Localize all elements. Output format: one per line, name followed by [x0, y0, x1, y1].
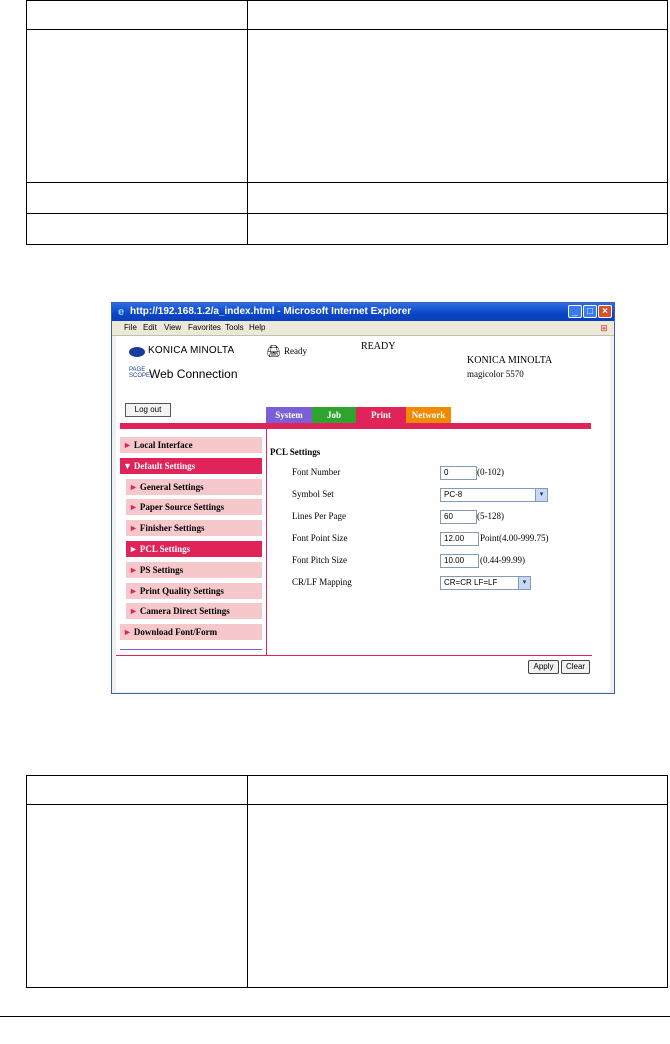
- table-row: [26, 775, 668, 805]
- sidebar-item-print-quality-settings[interactable]: ► Print Quality Settings: [126, 582, 262, 599]
- font-number-label: Font Number: [292, 467, 341, 477]
- close-button[interactable]: ×: [598, 305, 612, 318]
- triangle-right-icon: ►: [123, 627, 132, 638]
- sidebar-item-default-settings[interactable]: ▼ Default Settings: [120, 457, 262, 474]
- font-number-range: (0-102): [477, 467, 504, 477]
- sidebar-item-camera-direct-settings[interactable]: ► Camera Direct Settings: [126, 603, 262, 620]
- table-row: [26, 213, 668, 245]
- sidebar-item-label: Finisher Settings: [139, 523, 205, 534]
- sidebar-item-label: PCL Settings: [139, 544, 191, 554]
- triangle-right-icon: ►: [129, 544, 138, 554]
- maximize-button[interactable]: □: [583, 305, 597, 318]
- sidebar-item-label: Download Font/Form: [133, 627, 218, 638]
- status-ready-big: READY: [361, 341, 396, 352]
- triangle-down-icon: ▼: [123, 460, 132, 471]
- sidebar-item-label: Local Interface: [133, 440, 193, 450]
- menu-help[interactable]: Help: [249, 321, 265, 335]
- menu-bar: File Edit View Favorites Tools Help ⊞: [112, 321, 614, 336]
- logout-button[interactable]: Log out: [125, 403, 171, 417]
- browser-window: e http://192.168.1.2/a_index.html - Micr…: [111, 302, 615, 694]
- model-name: magicolor 5570: [467, 369, 524, 379]
- sidebar-item-download-font-form[interactable]: ► Download Font/Form: [120, 624, 262, 641]
- font-number-input[interactable]: 0: [440, 466, 477, 480]
- sidebar-item-finisher-settings[interactable]: ► Finisher Settings: [126, 520, 262, 537]
- lines-per-page-label: Lines Per Page: [292, 511, 346, 521]
- pagescope-logo: PAGE SCOPE: [129, 367, 151, 379]
- sidebar-item-ps-settings[interactable]: ► PS Settings: [126, 561, 262, 578]
- symbol-set-select[interactable]: PC-8 ▾: [440, 488, 548, 502]
- sidebar-item-label: Default Settings: [133, 460, 196, 471]
- sidebar-item-label: PS Settings: [139, 564, 184, 575]
- table-row: [26, 29, 668, 183]
- triangle-right-icon: ►: [129, 481, 138, 492]
- sidebar-item-general-settings[interactable]: ► General Settings: [126, 478, 262, 495]
- font-point-size-input[interactable]: 12.00: [440, 532, 479, 546]
- symbol-set-value: PC-8: [444, 490, 463, 499]
- page-footer-rule: [0, 1016, 670, 1017]
- crlf-mapping-select[interactable]: CR=CR LF=LF ▾: [440, 576, 531, 590]
- brand-name: KONICA MINOLTA: [467, 355, 553, 366]
- sidebar-item-label: General Settings: [139, 481, 204, 492]
- triangle-right-icon: ►: [129, 606, 138, 617]
- vertical-divider: [266, 429, 267, 655]
- symbol-set-label: Symbol Set: [292, 489, 334, 499]
- chevron-down-icon[interactable]: ▾: [535, 489, 547, 501]
- section-title: PCL Settings: [270, 447, 321, 457]
- font-point-size-label: Font Point Size: [292, 533, 348, 543]
- sidebar-item-label: Camera Direct Settings: [139, 606, 230, 617]
- tab-job[interactable]: Job: [312, 407, 356, 423]
- ie-icon: e: [117, 306, 125, 318]
- chevron-down-icon[interactable]: ▾: [518, 577, 530, 589]
- konica-logo-icon: [129, 347, 145, 357]
- menu-edit[interactable]: Edit: [143, 321, 157, 335]
- sidebar-item-pcl-settings[interactable]: ► PCL Settings: [126, 541, 262, 557]
- tab-network[interactable]: Network: [406, 407, 451, 423]
- menu-tools[interactable]: Tools: [225, 321, 244, 335]
- font-pitch-size-label: Font Pitch Size: [292, 555, 348, 565]
- minimize-button[interactable]: _: [568, 305, 582, 318]
- menu-favorites[interactable]: Favorites: [188, 321, 221, 335]
- clear-button[interactable]: Clear: [561, 660, 590, 674]
- window-title: http://192.168.1.2/a_index.html - Micros…: [130, 306, 412, 317]
- title-bar: e http://192.168.1.2/a_index.html - Micr…: [112, 303, 614, 321]
- table-row: [26, 0, 668, 30]
- lines-per-page-range: (5-128): [477, 511, 504, 521]
- sidebar-item-local-interface[interactable]: ► Local Interface: [120, 437, 262, 453]
- sidebar-item-paper-source-settings[interactable]: ► Paper Source Settings: [126, 499, 262, 516]
- apply-button[interactable]: Apply: [528, 660, 559, 674]
- web-connection-title: Web Connection: [149, 367, 238, 381]
- triangle-right-icon: ►: [129, 564, 138, 575]
- konica-logo-text: KONICA MINOLTA: [148, 345, 235, 356]
- page-content: KONICA MINOLTA PAGE SCOPE Web Connection…: [116, 336, 610, 692]
- doc-table-bottom: [26, 775, 668, 988]
- tab-underline: [120, 423, 591, 429]
- sidebar-item-label: Print Quality Settings: [139, 585, 224, 596]
- tab-print[interactable]: Print: [356, 407, 406, 423]
- crlf-mapping-value: CR=CR LF=LF: [444, 578, 498, 587]
- triangle-right-icon: ►: [129, 585, 138, 596]
- font-pitch-size-input[interactable]: 10.00: [440, 554, 479, 568]
- font-point-size-range: Point(4.00-999.75): [480, 533, 549, 543]
- font-pitch-size-range: (0.44-99.99): [480, 555, 525, 565]
- windows-flag-icon: ⊞: [600, 323, 608, 333]
- table-row: [26, 804, 668, 988]
- menu-file[interactable]: File: [124, 321, 137, 335]
- status-ready: Ready: [284, 346, 307, 356]
- sidebar-divider: [120, 649, 262, 650]
- lines-per-page-input[interactable]: 60: [440, 510, 477, 524]
- triangle-right-icon: ►: [123, 440, 132, 450]
- tab-system[interactable]: System: [266, 407, 312, 423]
- sidebar-item-label: Paper Source Settings: [139, 502, 225, 513]
- footer-divider: [116, 655, 592, 656]
- crlf-mapping-label: CR/LF Mapping: [292, 577, 352, 587]
- triangle-right-icon: ►: [129, 523, 138, 534]
- printer-icon: 🖨: [266, 344, 282, 358]
- menu-view[interactable]: View: [164, 321, 181, 335]
- triangle-right-icon: ►: [129, 502, 138, 513]
- doc-table-top: [26, 0, 668, 245]
- table-row: [26, 182, 668, 214]
